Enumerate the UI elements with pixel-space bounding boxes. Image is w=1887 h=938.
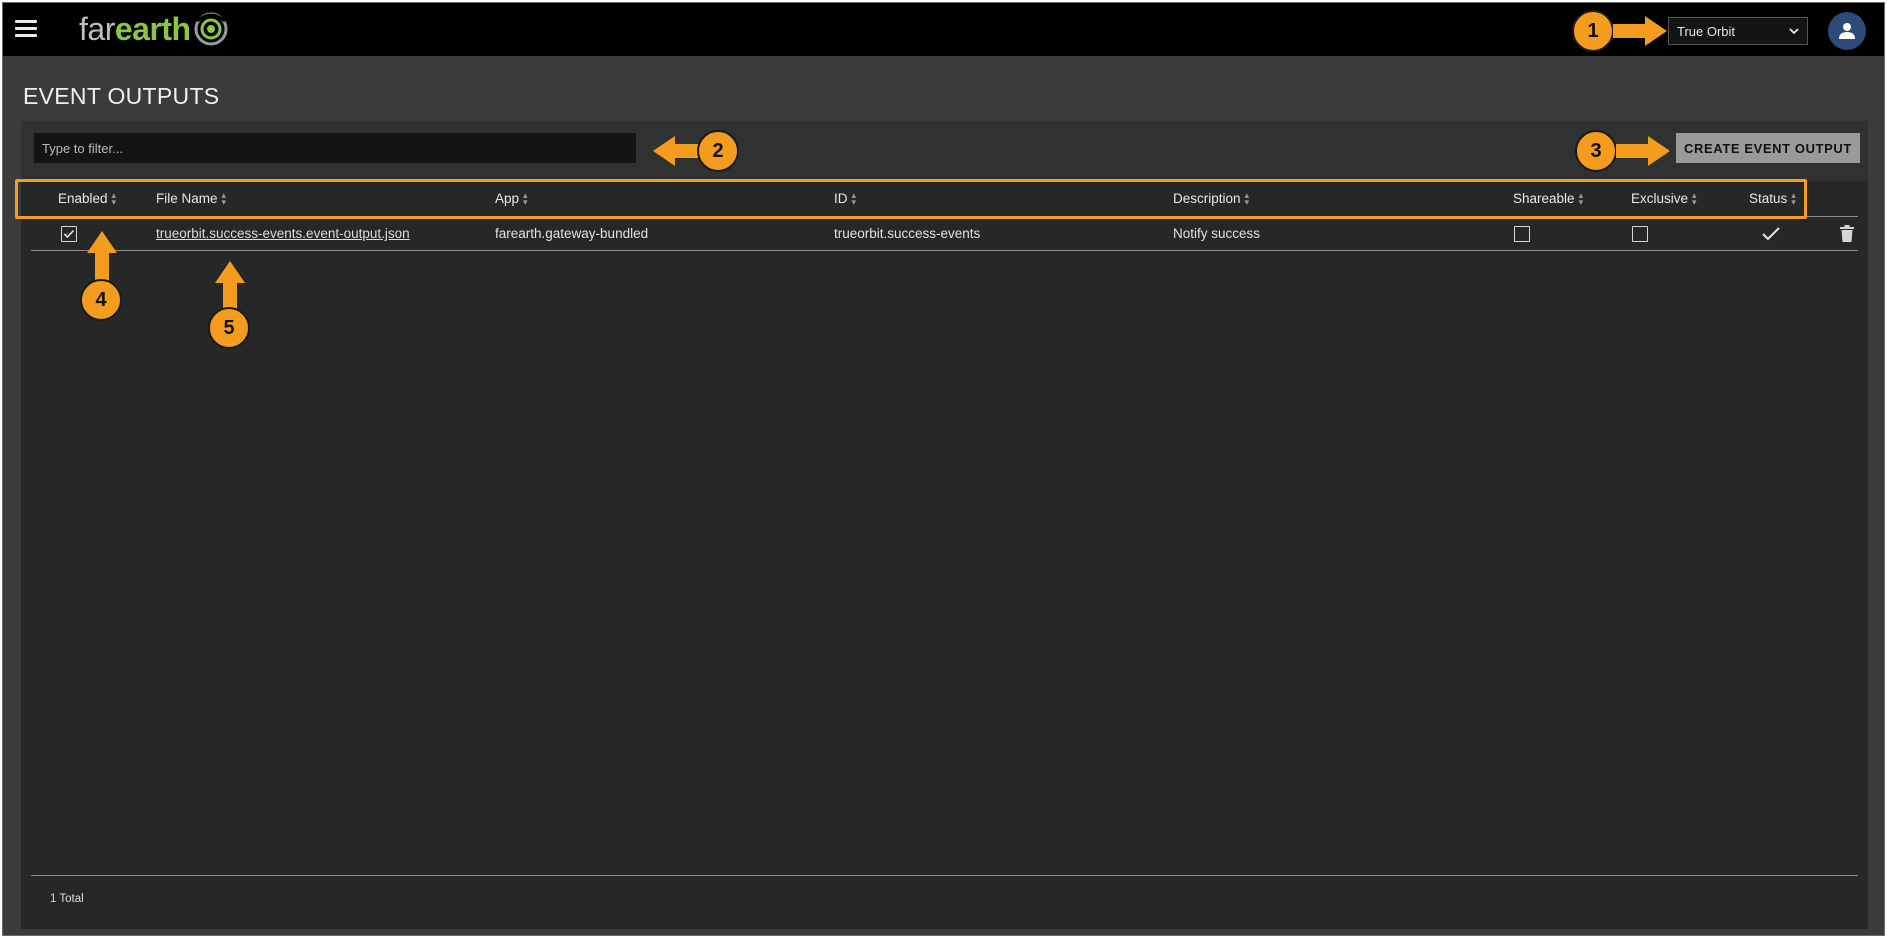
arrow-up-icon bbox=[215, 261, 245, 313]
annotation-badge-5: 5 bbox=[208, 307, 250, 349]
id-cell: trueorbit.success-events bbox=[834, 226, 981, 241]
create-event-output-button[interactable]: CREATE EVENT OUTPUT bbox=[1676, 133, 1860, 163]
arrow-up-icon bbox=[87, 231, 117, 283]
file-name-link[interactable]: trueorbit.success-events.event-output.js… bbox=[156, 226, 410, 241]
annotation-badge-4: 4 bbox=[80, 279, 122, 321]
page-title: EVENT OUTPUTS bbox=[23, 83, 220, 109]
logo-orbit-icon bbox=[194, 12, 228, 46]
hamburger-menu-icon[interactable] bbox=[15, 20, 37, 38]
chevron-down-icon bbox=[1789, 27, 1799, 34]
arrow-right-icon bbox=[1616, 136, 1670, 166]
app-frame: far earth True Orbit EVENT OUTPUTS Type … bbox=[2, 2, 1885, 936]
annotation-badge-3: 3 bbox=[1575, 130, 1617, 172]
column-headers-highlight bbox=[15, 179, 1807, 219]
trash-icon[interactable] bbox=[1839, 225, 1855, 243]
check-icon bbox=[1762, 227, 1780, 241]
enabled-checkbox[interactable] bbox=[61, 226, 77, 242]
annotation-badge-1: 1 bbox=[1572, 10, 1614, 52]
logo-far-text: far bbox=[79, 10, 115, 47]
shareable-checkbox[interactable] bbox=[1514, 226, 1530, 242]
exclusive-checkbox[interactable] bbox=[1632, 226, 1648, 242]
farearth-logo[interactable]: far earth bbox=[79, 9, 229, 49]
checkmark-icon bbox=[63, 229, 75, 239]
user-avatar[interactable] bbox=[1828, 12, 1866, 50]
logo-earth-text: earth bbox=[114, 10, 191, 47]
orbit-select-value: True Orbit bbox=[1677, 23, 1736, 39]
filter-placeholder: Type to filter... bbox=[42, 140, 123, 156]
table-footer-divider bbox=[31, 875, 1858, 876]
arrow-right-icon bbox=[1613, 16, 1667, 46]
annotation-badge-2: 2 bbox=[697, 130, 739, 172]
description-cell: Notify success bbox=[1173, 226, 1261, 241]
app-cell: farearth.gateway-bundled bbox=[495, 226, 649, 241]
total-count: 1 Total bbox=[50, 893, 84, 905]
event-outputs-panel: Type to filter... CREATE EVENT OUTPUT En… bbox=[21, 121, 1868, 929]
user-icon bbox=[1839, 23, 1855, 39]
table-row: trueorbit.success-events.event-output.js… bbox=[31, 217, 1858, 251]
orbit-select[interactable]: True Orbit bbox=[1668, 17, 1808, 45]
filter-input[interactable]: Type to filter... bbox=[34, 133, 636, 163]
